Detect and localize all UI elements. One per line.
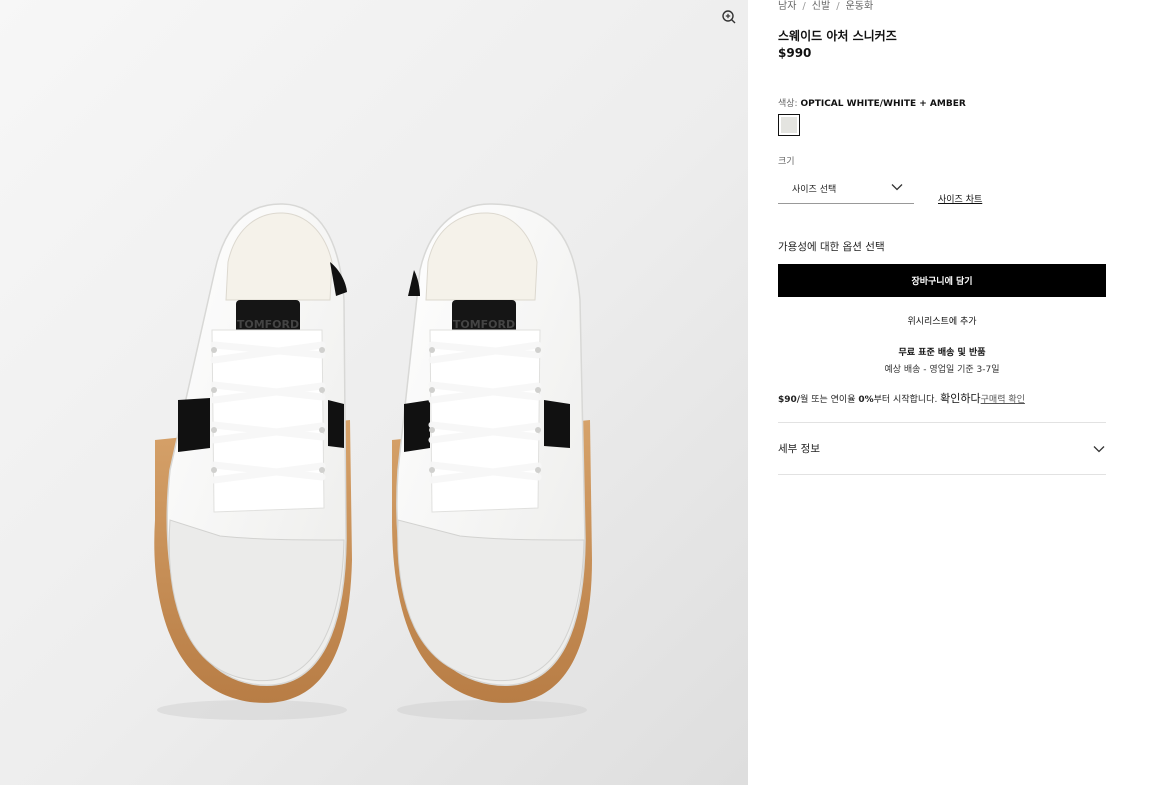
breadcrumb: 남자 / 신발 / 운동화: [778, 0, 873, 12]
breadcrumb-separator: /: [836, 1, 840, 12]
installment-amount: $90/: [778, 395, 801, 405]
right-sneaker: TOMFORD: [392, 203, 592, 720]
size-select[interactable]: 사이즈 선택: [778, 178, 914, 204]
divider: [778, 422, 1106, 423]
add-to-wishlist-button[interactable]: 위시리스트에 추가: [778, 314, 1106, 327]
installment-text: 월 또는 연이율: [800, 395, 859, 405]
details-accordion[interactable]: 세부 정보: [778, 430, 1106, 466]
add-to-cart-button[interactable]: 장바구니에 담기: [778, 264, 1106, 297]
left-sneaker: TOMFORD: [154, 203, 352, 720]
shipping-estimate: 예상 배송 - 영업일 기준 3-7일: [884, 365, 1000, 375]
chevron-down-icon: [1093, 446, 1105, 453]
color-label: 색상:: [778, 99, 798, 109]
zoom-in-icon: [722, 10, 736, 24]
details-label: 세부 정보: [778, 443, 820, 455]
product-title: 스웨이드 아처 스니커즈: [778, 29, 897, 43]
installment-confirm: 확인하다: [940, 392, 981, 405]
shipping-title: 무료 표준 배송 및 반품: [898, 348, 986, 358]
installment-info: $90/월 또는 연이율 0%부터 시작합니다. 확인하다구매력 확인: [778, 390, 1106, 406]
installment-rate: 0%: [858, 395, 874, 405]
chevron-down-icon: [891, 184, 903, 191]
installment-text-2: 부터 시작합니다.: [873, 395, 941, 405]
breadcrumb-item-men[interactable]: 남자: [778, 1, 796, 12]
size-label: 크기: [778, 157, 795, 167]
logo-tomford: TOMFORD: [453, 318, 515, 331]
color-swatch[interactable]: [778, 114, 800, 136]
color-swatch-fill: [781, 117, 797, 133]
product-price: $990: [778, 46, 812, 60]
product-gallery: TOMFORD TOMFORD: [0, 0, 748, 785]
breadcrumb-item-sneakers[interactable]: 운동화: [846, 1, 874, 12]
check-purchasing-power-link[interactable]: 구매력 확인: [981, 395, 1025, 405]
size-chart-link[interactable]: 사이즈 차트: [938, 192, 982, 205]
zoom-button[interactable]: [720, 8, 738, 26]
availability-label: 가용성에 대한 옵션 선택: [778, 241, 885, 253]
divider: [778, 474, 1106, 475]
breadcrumb-item-shoes[interactable]: 신발: [812, 1, 830, 12]
size-select-value: 사이즈 선택: [792, 185, 837, 195]
breadcrumb-separator: /: [802, 1, 806, 12]
color-value: OPTICAL WHITE/WHITE + AMBER: [800, 99, 966, 109]
color-row: 색상: OPTICAL WHITE/WHITE + AMBER: [778, 96, 966, 109]
logo-tomford: TOMFORD: [237, 318, 299, 331]
product-image: TOMFORD TOMFORD: [154, 203, 592, 720]
